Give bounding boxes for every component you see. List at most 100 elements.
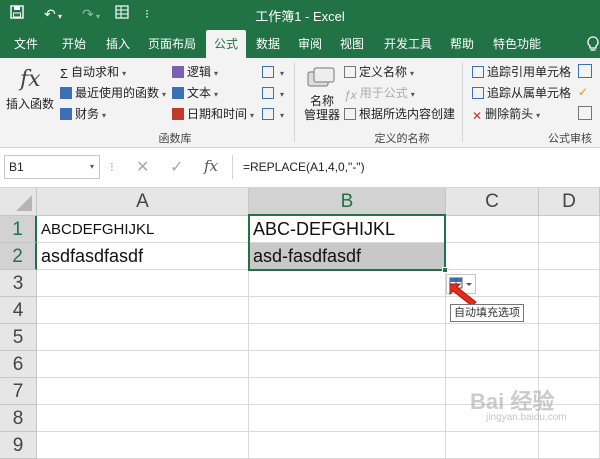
use-in-formula-button[interactable]: ƒx 用于公式 ▾ (344, 85, 415, 103)
name-manager-button[interactable]: 名称 管理器 (304, 94, 340, 122)
financial-button[interactable]: 财务 ▾ (60, 106, 106, 124)
row-header-2[interactable]: 2 (0, 243, 37, 270)
cell-c1[interactable] (446, 216, 539, 243)
row-header-4[interactable]: 4 (0, 297, 37, 324)
tab-page-layout[interactable]: 页面布局 (140, 30, 204, 58)
row-header-5[interactable]: 5 (0, 324, 37, 351)
trace-precedents-button[interactable]: 追踪引用单元格 (472, 64, 571, 80)
cancel-icon[interactable]: ✕ (136, 157, 149, 177)
datetime-button[interactable]: 日期和时间 ▾ (172, 106, 254, 124)
define-name-button[interactable]: 定义名称 ▾ (344, 64, 414, 82)
cell-b3[interactable] (249, 270, 446, 297)
calendar-icon (172, 108, 184, 120)
row-header-6[interactable]: 6 (0, 351, 37, 378)
cell-a8[interactable] (37, 405, 249, 432)
cell-b2[interactable]: asd-fasdfasdf (249, 243, 446, 270)
lookup-icon (262, 66, 274, 78)
column-header-a[interactable]: A (37, 188, 249, 216)
recent-functions-button[interactable]: 最近使用的函数 ▾ (60, 85, 166, 103)
create-names-icon (344, 108, 356, 120)
trace-dependents-button[interactable]: 追踪从属单元格 (472, 85, 571, 101)
tab-file[interactable]: 文件 (4, 30, 48, 58)
svg-text:fx: fx (18, 67, 41, 92)
row-header-8[interactable]: 8 (0, 405, 37, 432)
cell-a2[interactable]: asdfasdfasdf (37, 243, 249, 270)
cell-a4[interactable] (37, 297, 249, 324)
chevron-down-icon[interactable]: ▾ (90, 156, 94, 178)
cell-a5[interactable] (37, 324, 249, 351)
cell-d9[interactable] (539, 432, 600, 459)
splitter-icon[interactable]: ⁝ (110, 160, 114, 174)
cell-c5[interactable] (446, 324, 539, 351)
logical-button[interactable]: 逻辑 ▾ (172, 64, 218, 82)
cell-a6[interactable] (37, 351, 249, 378)
select-all-button[interactable] (0, 188, 37, 216)
formula-bar: B1 ▾ ⁝ ✕ ✓ fx =REPLACE(A1,4,0,"-") (0, 148, 600, 188)
tab-insert[interactable]: 插入 (96, 30, 140, 58)
tab-help[interactable]: 帮助 (442, 30, 482, 58)
sigma-icon: Σ (60, 66, 69, 81)
cell-c6[interactable] (446, 351, 539, 378)
row-header-9[interactable]: 9 (0, 432, 37, 459)
column-header-c[interactable]: C (446, 188, 539, 216)
tab-formulas[interactable]: 公式 (206, 30, 246, 58)
cell-b9[interactable] (249, 432, 446, 459)
fill-handle[interactable] (442, 267, 448, 273)
formula-buttons: ✕ ✓ fx (124, 155, 228, 179)
autosum-button[interactable]: Σ 自动求和 ▾ (60, 64, 126, 82)
insert-function-icon[interactable]: fx (204, 157, 218, 175)
worksheet-grid: A B C D 1 2 3 4 5 6 7 8 9 ABCDEFGHIJKL A… (0, 188, 600, 459)
row-header-7[interactable]: 7 (0, 378, 37, 405)
tab-review[interactable]: 审阅 (290, 30, 330, 58)
window-title: 工作簿1 - Excel (255, 9, 345, 24)
cell-a7[interactable] (37, 378, 249, 405)
cell-d2[interactable] (539, 243, 600, 270)
lookup-button[interactable]: ▾ (262, 64, 284, 82)
lightbulb-icon[interactable] (586, 35, 600, 53)
enter-icon[interactable]: ✓ (170, 157, 183, 177)
text-button[interactable]: 文本 ▾ (172, 85, 218, 103)
insert-function-button[interactable]: 插入函数 (6, 96, 54, 112)
defined-names-label: 定义的名称 (374, 133, 430, 145)
cell-a1[interactable]: ABCDEFGHIJKL (37, 216, 249, 243)
cell-c9[interactable] (446, 432, 539, 459)
logical-icon (172, 66, 184, 78)
cell-a9[interactable] (37, 432, 249, 459)
baidu-watermark-url: jingyan.baidu.com (486, 412, 567, 423)
cell-d1[interactable] (539, 216, 600, 243)
math-button[interactable]: ▾ (262, 85, 284, 103)
show-formulas-icon[interactable] (578, 64, 592, 78)
column-header-d[interactable]: D (539, 188, 600, 216)
tab-special[interactable]: 特色功能 (484, 30, 550, 58)
separator (294, 62, 295, 142)
cell-d3[interactable] (539, 270, 600, 297)
more-functions-button[interactable]: ▾ (262, 106, 284, 124)
remove-arrows-button[interactable]: ✕ 删除箭头 ▾ (472, 106, 540, 124)
cell-b8[interactable] (249, 405, 446, 432)
cell-b4[interactable] (249, 297, 446, 324)
cell-a3[interactable] (37, 270, 249, 297)
cell-b6[interactable] (249, 351, 446, 378)
trace-dependents-icon (472, 87, 484, 99)
cell-c2[interactable] (446, 243, 539, 270)
name-box[interactable]: B1 ▾ (4, 155, 100, 179)
create-from-selection-button[interactable]: 根据所选内容创建 (344, 106, 455, 122)
formula-input[interactable]: =REPLACE(A1,4,0,"-") (232, 155, 600, 179)
column-header-b[interactable]: B (249, 188, 446, 216)
cell-b5[interactable] (249, 324, 446, 351)
tab-view[interactable]: 视图 (332, 30, 372, 58)
cell-d6[interactable] (539, 351, 600, 378)
error-checking-icon[interactable]: ✓ (578, 85, 592, 99)
fx-icon[interactable]: fx (18, 64, 44, 94)
cell-d4[interactable] (539, 297, 600, 324)
cell-d5[interactable] (539, 324, 600, 351)
tab-developer[interactable]: 开发工具 (376, 30, 440, 58)
tab-home[interactable]: 开始 (52, 30, 96, 58)
cell-b7[interactable] (249, 378, 446, 405)
row-header-1[interactable]: 1 (0, 216, 37, 243)
name-manager-icon[interactable] (306, 66, 336, 90)
tab-data[interactable]: 数据 (248, 30, 288, 58)
evaluate-formula-icon[interactable] (578, 106, 592, 120)
row-header-3[interactable]: 3 (0, 270, 37, 297)
cell-b1[interactable]: ABC-DEFGHIJKL (249, 216, 446, 243)
